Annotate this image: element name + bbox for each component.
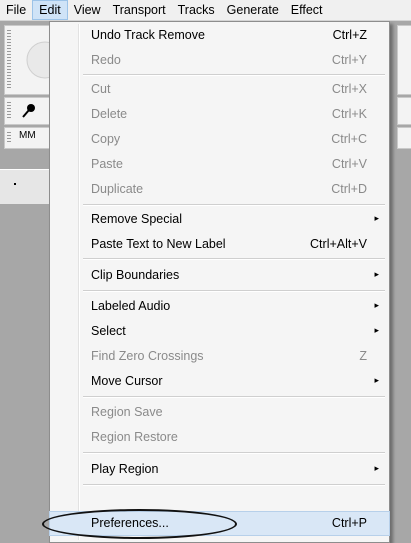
menu-item-shortcut: Ctrl+X bbox=[331, 82, 367, 96]
menu-generate[interactable]: Generate bbox=[221, 0, 285, 20]
menu-item-label: Cut bbox=[91, 82, 111, 96]
menu-separator bbox=[83, 452, 385, 454]
menu-item-label: Undo Track Remove bbox=[91, 28, 205, 42]
menu-item-shortcut: Ctrl+K bbox=[331, 107, 367, 121]
submenu-arrow-icon: ▸ bbox=[374, 300, 379, 310]
menu-item-label: Redo bbox=[91, 53, 121, 67]
menu-item-shortcut: Ctrl+V bbox=[331, 157, 367, 171]
toolbar-grip[interactable] bbox=[7, 102, 11, 120]
toolbar-edge bbox=[397, 127, 411, 149]
menu-item-label: Labeled Audio bbox=[91, 299, 171, 313]
menu-item-label: Copy bbox=[91, 132, 121, 146]
menu-item-shortcut: Ctrl+D bbox=[331, 182, 367, 196]
menu-effect[interactable]: Effect bbox=[285, 0, 329, 20]
menu-separator bbox=[83, 396, 385, 398]
menu-item-select[interactable]: Select ▸ bbox=[50, 320, 389, 343]
menu-item-label: Region Save bbox=[91, 405, 163, 419]
menu-item-find-zero-crossings[interactable]: Find Zero Crossings Z bbox=[50, 345, 389, 368]
menu-item-label: Duplicate bbox=[91, 182, 144, 196]
menu-item-label: Play Region bbox=[91, 462, 159, 476]
menu-item-shortcut: Ctrl+Y bbox=[331, 53, 367, 67]
menu-separator bbox=[83, 204, 385, 206]
ruler-marker bbox=[14, 183, 16, 185]
menu-item-shortcut: Ctrl+P bbox=[331, 516, 367, 530]
toolbar-grip[interactable] bbox=[7, 30, 11, 90]
menu-item-duplicate[interactable]: Duplicate Ctrl+D bbox=[50, 178, 389, 201]
menu-item-label: Select bbox=[91, 324, 126, 338]
submenu-arrow-icon: ▸ bbox=[374, 375, 379, 385]
menu-item-label: Paste Text to New Label bbox=[91, 237, 226, 251]
submenu-arrow-icon: ▸ bbox=[374, 269, 379, 279]
annotation-ellipse bbox=[42, 509, 237, 539]
edit-menu-dropdown: Undo Track Remove Ctrl+Z Redo Ctrl+Y Cut… bbox=[49, 21, 390, 543]
menu-item-label: Region Restore bbox=[91, 430, 178, 444]
submenu-arrow-icon: ▸ bbox=[374, 463, 379, 473]
menu-file[interactable]: File bbox=[0, 0, 32, 20]
toolbar-edge bbox=[397, 25, 411, 95]
menu-item-delete[interactable]: Delete Ctrl+K bbox=[50, 103, 389, 126]
menu-separator bbox=[83, 290, 385, 292]
menu-item-shortcut: Z bbox=[359, 349, 367, 363]
menu-item-shortcut: Ctrl+C bbox=[331, 132, 367, 146]
menu-transport[interactable]: Transport bbox=[107, 0, 172, 20]
menu-item-cut[interactable]: Cut Ctrl+X bbox=[50, 78, 389, 101]
menu-item-move-cursor[interactable]: Move Cursor ▸ bbox=[50, 370, 389, 393]
menu-item-play-region[interactable]: Play Region ▸ bbox=[50, 458, 389, 481]
menu-separator bbox=[83, 484, 385, 486]
menu-item-paste[interactable]: Paste Ctrl+V bbox=[50, 153, 389, 176]
menu-bar: File Edit View Transport Tracks Generate… bbox=[0, 0, 411, 21]
submenu-arrow-icon: ▸ bbox=[374, 325, 379, 335]
microphone-icon[interactable] bbox=[19, 102, 37, 120]
menu-item-redo[interactable]: Redo Ctrl+Y bbox=[50, 49, 389, 72]
meter-label: MM bbox=[19, 130, 36, 141]
menu-item-undo[interactable]: Undo Track Remove Ctrl+Z bbox=[50, 24, 389, 47]
menu-item-labeled-audio[interactable]: Labeled Audio ▸ bbox=[50, 295, 389, 318]
menu-edit[interactable]: Edit bbox=[32, 0, 68, 20]
menu-item-label: Delete bbox=[91, 107, 128, 121]
menu-item-shortcut: Ctrl+Alt+V bbox=[310, 237, 367, 251]
toolbar-edge bbox=[397, 97, 411, 125]
submenu-arrow-icon: ▸ bbox=[374, 213, 379, 223]
menu-item-label: Move Cursor bbox=[91, 374, 163, 388]
menu-item-label: Remove Special bbox=[91, 212, 183, 226]
toolbar-grip[interactable] bbox=[7, 132, 11, 144]
menu-item-region-restore[interactable]: Region Restore bbox=[50, 426, 389, 449]
menu-separator bbox=[83, 74, 385, 76]
menu-tracks[interactable]: Tracks bbox=[172, 0, 221, 20]
menu-item-clip-boundaries[interactable]: Clip Boundaries ▸ bbox=[50, 264, 389, 287]
menu-item-shortcut: Ctrl+Z bbox=[332, 28, 367, 42]
menu-item-region-save[interactable]: Region Save bbox=[50, 401, 389, 424]
menu-item-copy[interactable]: Copy Ctrl+C bbox=[50, 128, 389, 151]
menu-view[interactable]: View bbox=[68, 0, 107, 20]
menu-item-label: Clip Boundaries bbox=[91, 268, 180, 282]
menu-item-remove-special[interactable]: Remove Special ▸ bbox=[50, 208, 389, 231]
menu-item-label: Find Zero Crossings bbox=[91, 349, 204, 363]
menu-item-paste-text-new-label[interactable]: Paste Text to New Label Ctrl+Alt+V bbox=[50, 233, 389, 256]
menu-separator bbox=[83, 258, 385, 260]
menu-item-label: Paste bbox=[91, 157, 123, 171]
